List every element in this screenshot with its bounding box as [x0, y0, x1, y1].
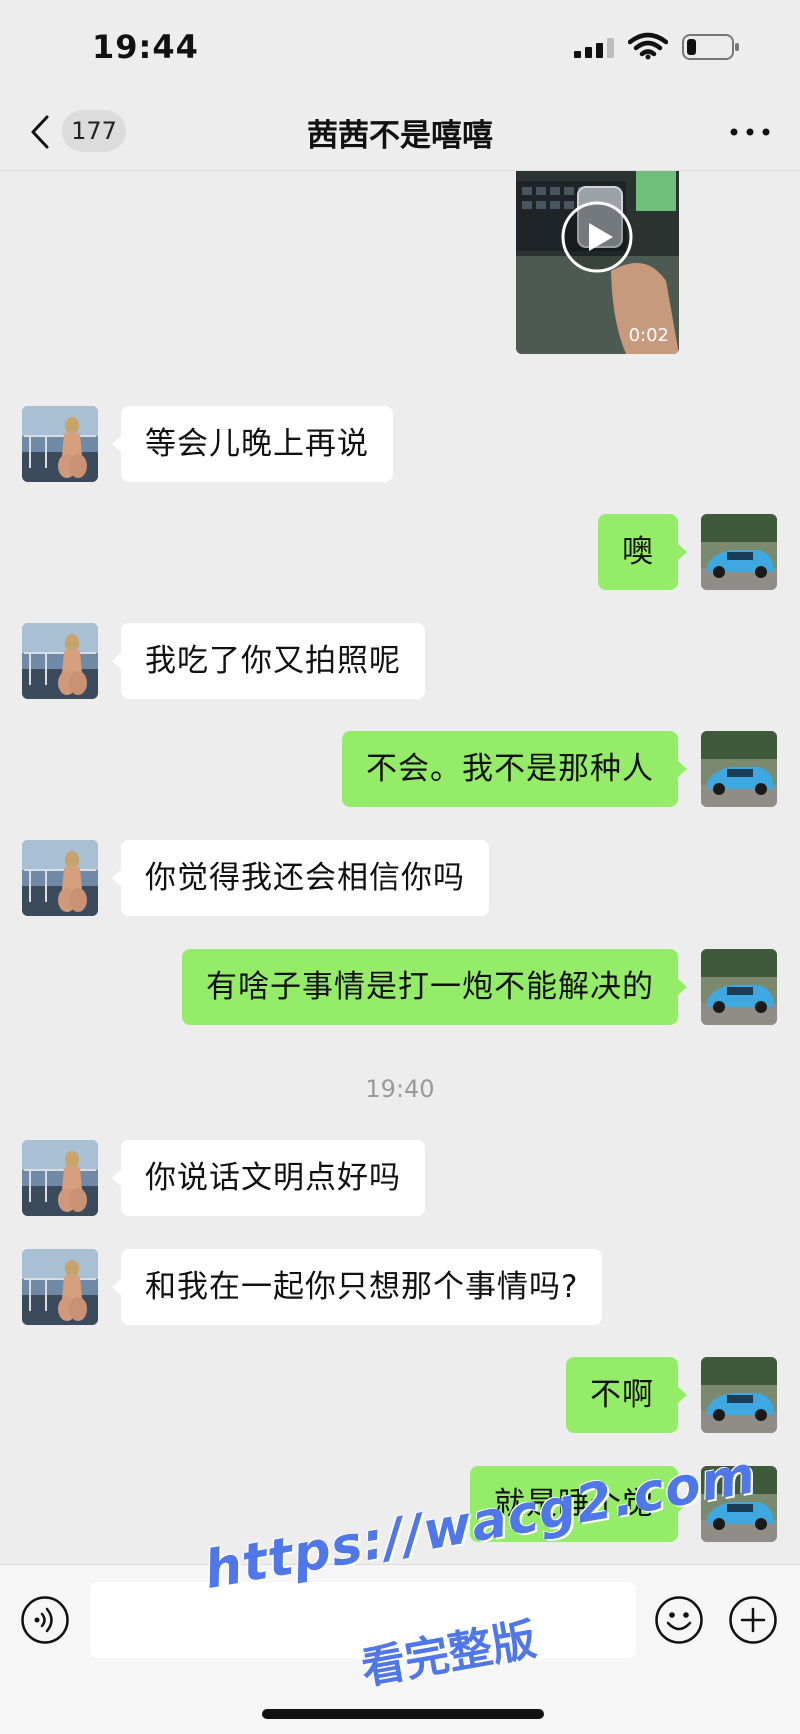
self-avatar[interactable] [701, 514, 777, 590]
message-row: 和我在一起你只想那个事情吗? [0, 1247, 800, 1325]
chat-header: 177 茜茜不是嘻嘻 [0, 95, 800, 171]
message-bubble-sent[interactable]: 不会。我不是那种人 [342, 731, 687, 807]
message-row: 不会。我不是那种人 [0, 729, 800, 807]
video-message[interactable]: 0:02 [516, 171, 679, 354]
self-avatar[interactable] [701, 1357, 777, 1433]
message-row: 就是睡个觉 [0, 1464, 800, 1542]
self-avatar[interactable] [701, 731, 777, 807]
wifi-icon [628, 32, 668, 60]
plus-icon[interactable] [728, 1595, 778, 1645]
chat-title: 茜茜不是嘻嘻 [307, 118, 493, 154]
chevron-left-icon [31, 115, 49, 149]
message-row: 噢 [0, 512, 800, 590]
message-row: 我吃了你又拍照呢 [0, 621, 800, 699]
contact-avatar[interactable] [22, 623, 98, 699]
message-bubble-received[interactable]: 我吃了你又拍照呢 [112, 623, 425, 699]
self-avatar[interactable] [701, 949, 777, 1025]
message-list[interactable]: 0:02 等会儿晚上再说 噢 我吃了你又拍照呢 不会。我不是那种人 你觉得我还会… [0, 171, 800, 1564]
more-dots-icon[interactable] [728, 123, 772, 141]
voice-icon[interactable] [20, 1595, 70, 1645]
message-row: 你觉得我还会相信你吗 [0, 838, 800, 916]
home-indicator[interactable] [262, 1709, 544, 1719]
contact-avatar[interactable] [22, 840, 98, 916]
message-row: 不啊 [0, 1355, 800, 1433]
video-duration: 0:02 [628, 325, 669, 346]
play-icon [561, 201, 633, 273]
message-bubble-received[interactable]: 你说话文明点好吗 [112, 1140, 425, 1216]
message-bubble-sent[interactable]: 不啊 [566, 1357, 687, 1433]
message-bubble-received[interactable]: 你觉得我还会相信你吗 [112, 840, 489, 916]
message-bubble-sent[interactable]: 噢 [598, 514, 687, 590]
message-bubble-sent[interactable]: 就是睡个觉 [470, 1466, 687, 1542]
contact-avatar[interactable] [22, 1140, 98, 1216]
back-button[interactable]: 177 [22, 107, 152, 155]
message-bubble-received[interactable]: 和我在一起你只想那个事情吗? [111, 1249, 603, 1325]
contact-avatar[interactable] [22, 406, 98, 482]
message-row: 等会儿晚上再说 [0, 404, 800, 482]
battery-icon [682, 34, 739, 60]
cellular-signal-icon [574, 38, 614, 58]
message-row: 你说话文明点好吗 [0, 1138, 800, 1216]
self-avatar[interactable] [701, 1466, 777, 1542]
status-bar: 19:44 [0, 0, 800, 95]
emoji-icon[interactable] [654, 1595, 704, 1645]
message-input[interactable] [90, 1582, 636, 1658]
message-bubble-sent[interactable]: 有啥子事情是打一炮不能解决的 [182, 949, 687, 1025]
contact-avatar[interactable] [22, 1249, 98, 1325]
unread-count-badge: 177 [62, 110, 126, 152]
message-bubble-received[interactable]: 等会儿晚上再说 [112, 406, 393, 482]
message-timestamp: 19:40 [365, 1075, 435, 1103]
message-row: 有啥子事情是打一炮不能解决的 [0, 947, 800, 1025]
status-time: 19:44 [92, 28, 199, 66]
